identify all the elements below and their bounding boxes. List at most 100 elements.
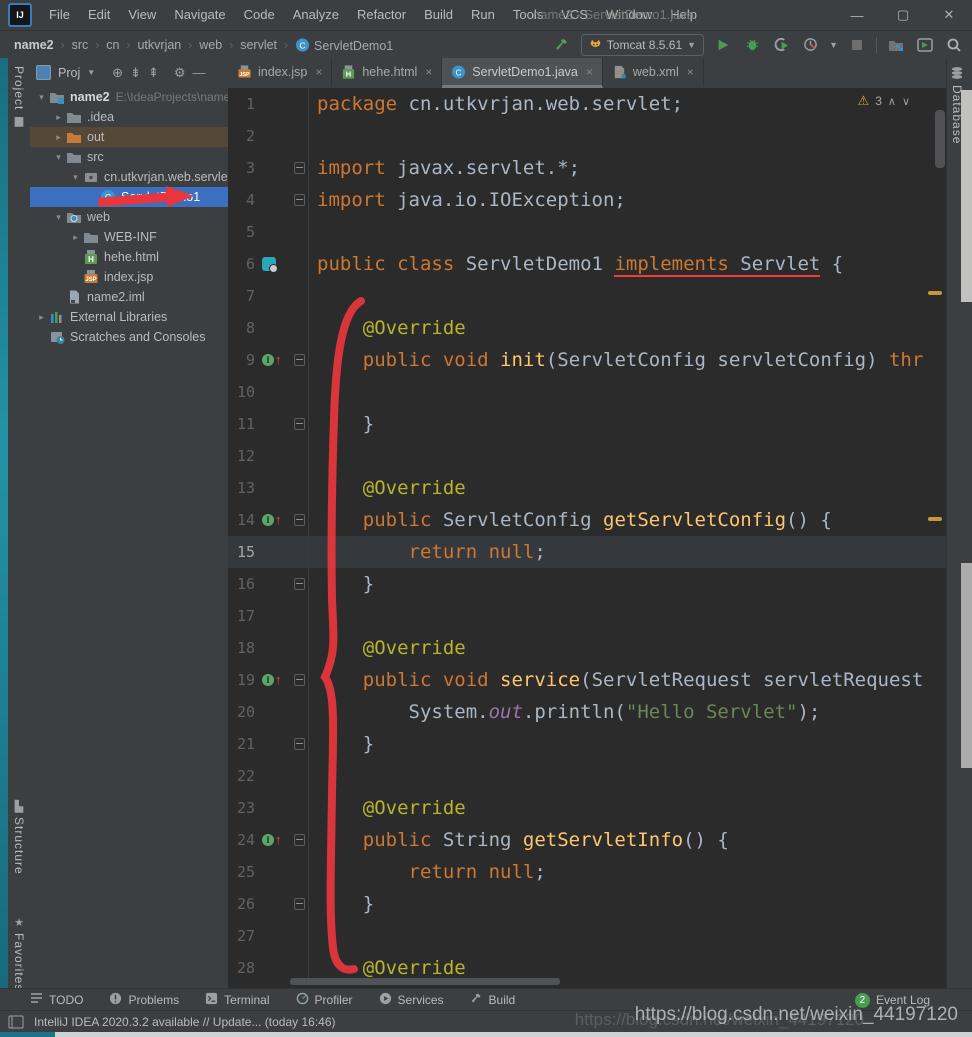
tool-window-toggle-icon[interactable] xyxy=(8,1015,24,1029)
profiler-button[interactable] xyxy=(800,35,820,55)
prev-warning-icon[interactable]: ∧ xyxy=(888,95,896,108)
code-line-7[interactable]: 7 xyxy=(228,280,946,312)
menu-build[interactable]: Build xyxy=(415,0,462,30)
fold-marker-icon[interactable] xyxy=(290,184,309,216)
run-button[interactable] xyxy=(713,35,733,55)
tree-item-scratches-and-consoles[interactable]: Scratches and Consoles xyxy=(30,327,228,347)
menu-view[interactable]: View xyxy=(119,0,165,30)
minimize-button[interactable]: — xyxy=(834,0,880,30)
code-line-5[interactable]: 5 xyxy=(228,216,946,248)
fold-marker-icon[interactable] xyxy=(290,504,309,536)
code-line-25[interactable]: 25 return null; xyxy=(228,856,946,888)
tree-chevron-icon[interactable]: ▾ xyxy=(34,92,49,103)
breadcrumb-item-name2[interactable]: name2 xyxy=(12,38,56,52)
tree-item--idea[interactable]: ▸.idea xyxy=(30,107,228,127)
run-with-coverage-button[interactable] xyxy=(771,35,791,55)
fold-marker-icon[interactable] xyxy=(290,344,309,376)
menu-navigate[interactable]: Navigate xyxy=(165,0,234,30)
code-line-11[interactable]: 11 } xyxy=(228,408,946,440)
horizontal-scrollbar[interactable] xyxy=(290,978,560,985)
status-message[interactable]: IntelliJ IDEA 2020.3.2 available // Upda… xyxy=(34,1015,336,1029)
maximize-button[interactable]: ▢ xyxy=(880,0,926,30)
vertical-scrollbar[interactable] xyxy=(935,110,945,168)
override-gutter-icon[interactable]: I↑ xyxy=(259,504,290,536)
tree-chevron-icon[interactable]: ▸ xyxy=(68,232,83,243)
tab-hehe-html[interactable]: Hhehe.html× xyxy=(332,58,442,88)
tree-chevron-icon[interactable]: ▾ xyxy=(68,172,83,183)
tree-item-name2[interactable]: ▾name2E:\IdeaProjects\name2 xyxy=(30,87,228,107)
code-line-8[interactable]: 8 @Override xyxy=(228,312,946,344)
close-button[interactable]: ✕ xyxy=(926,0,972,30)
chevron-down-icon[interactable]: ▼ xyxy=(87,68,95,77)
toolwindow-terminal[interactable]: Terminal xyxy=(205,992,269,1008)
toolwindow-todo[interactable]: TODO xyxy=(30,992,83,1007)
close-tab-icon[interactable]: × xyxy=(425,65,432,79)
tree-item-web-inf[interactable]: ▸WEB-INF xyxy=(30,227,228,247)
code-line-18[interactable]: 18 @Override xyxy=(228,632,946,664)
fold-marker-icon[interactable] xyxy=(290,728,309,760)
code-line-12[interactable]: 12 xyxy=(228,440,946,472)
menu-run[interactable]: Run xyxy=(462,0,504,30)
code-line-22[interactable]: 22 xyxy=(228,760,946,792)
toolwindow-build[interactable]: Build xyxy=(470,992,516,1008)
build-hammer-icon[interactable] xyxy=(552,35,572,55)
code-line-23[interactable]: 23 @Override xyxy=(228,792,946,824)
override-gutter-icon[interactable]: I↑ xyxy=(259,344,290,376)
override-gutter-icon[interactable]: I↑ xyxy=(259,824,290,856)
menu-analyze[interactable]: Analyze xyxy=(284,0,348,30)
code-line-10[interactable]: 10 xyxy=(228,376,946,408)
tree-chevron-icon[interactable]: ▾ xyxy=(51,212,66,223)
locate-file-icon[interactable]: ⊕ xyxy=(112,65,123,81)
code-line-17[interactable]: 17 xyxy=(228,600,946,632)
breadcrumb-item-utkvrjan[interactable]: utkvrjan xyxy=(135,38,183,52)
tool-stripe-favorites[interactable]: ★ Favorites xyxy=(8,916,30,991)
tree-item-web[interactable]: ▾web xyxy=(30,207,228,227)
breadcrumb-item-cn[interactable]: cn xyxy=(104,38,121,52)
tab-servletdemo1-java[interactable]: CServletDemo1.java× xyxy=(442,58,603,88)
close-tab-icon[interactable]: × xyxy=(586,65,593,79)
code-line-21[interactable]: 21 } xyxy=(228,728,946,760)
search-everywhere-icon[interactable] xyxy=(944,35,964,55)
menu-file[interactable]: File xyxy=(40,0,79,30)
tree-item-external-libraries[interactable]: ▸External Libraries xyxy=(30,307,228,327)
menu-code[interactable]: Code xyxy=(235,0,284,30)
inspection-widget[interactable]: ⚠ 3 ∧ ∨ xyxy=(858,93,910,109)
code-line-24[interactable]: 24I↑ public String getServletInfo() { xyxy=(228,824,946,856)
breadcrumb-item-src[interactable]: src xyxy=(70,38,91,52)
tree-item-src[interactable]: ▾src xyxy=(30,147,228,167)
fold-marker-icon[interactable] xyxy=(290,408,309,440)
next-warning-icon[interactable]: ∨ xyxy=(902,95,910,108)
code-line-6[interactable]: 6public class ServletDemo1 implements Se… xyxy=(228,248,946,280)
run-options-chevron-icon[interactable]: ▼ xyxy=(829,40,838,50)
tool-stripe-structure[interactable]: ▙ Structure xyxy=(8,800,30,875)
tree-chevron-icon[interactable]: ▸ xyxy=(34,312,49,323)
tree-item-hehe-html[interactable]: Hhehe.html xyxy=(30,247,228,267)
code-line-27[interactable]: 27 xyxy=(228,920,946,952)
code-line-1[interactable]: 1package cn.utkvrjan.web.servlet; xyxy=(228,88,946,120)
code-line-9[interactable]: 9I↑ public void init(ServletConfig servl… xyxy=(228,344,946,376)
code-line-14[interactable]: 14I↑ public ServletConfig getServletConf… xyxy=(228,504,946,536)
toolwindow-problems[interactable]: Problems xyxy=(109,992,179,1008)
fold-marker-icon[interactable] xyxy=(290,152,309,184)
tool-stripe-project[interactable]: Project ▆ xyxy=(8,66,30,127)
breadcrumb-item-servletdemo1[interactable]: CServletDemo1 xyxy=(293,37,395,53)
code-line-13[interactable]: 13 @Override xyxy=(228,472,946,504)
toolwindow-services[interactable]: Services xyxy=(379,992,444,1008)
code-area[interactable]: 1package cn.utkvrjan.web.servlet;23impor… xyxy=(228,88,946,988)
project-structure-button[interactable] xyxy=(886,35,906,55)
run-configuration-select[interactable]: Tomcat 8.5.61 ▼ xyxy=(581,34,704,56)
code-line-15[interactable]: 15 return null; xyxy=(228,536,946,568)
gear-icon[interactable]: ⚙ xyxy=(174,65,186,81)
code-line-19[interactable]: 19I↑ public void service(ServletRequest … xyxy=(228,664,946,696)
tree-item-index-jsp[interactable]: JSPindex.jsp xyxy=(30,267,228,287)
code-line-4[interactable]: 4import java.io.IOException; xyxy=(228,184,946,216)
fold-marker-icon[interactable] xyxy=(290,568,309,600)
class-gutter-icon[interactable] xyxy=(259,248,290,280)
close-tab-icon[interactable]: × xyxy=(687,65,694,79)
tree-chevron-icon[interactable]: ▾ xyxy=(51,152,66,163)
tab-index-jsp[interactable]: JSPindex.jsp× xyxy=(228,58,332,88)
project-panel-title[interactable]: Proj xyxy=(58,66,80,80)
collapse-all-icon[interactable]: ⇞ xyxy=(148,65,159,81)
code-line-26[interactable]: 26 } xyxy=(228,888,946,920)
tree-chevron-icon[interactable]: ▸ xyxy=(51,132,66,143)
